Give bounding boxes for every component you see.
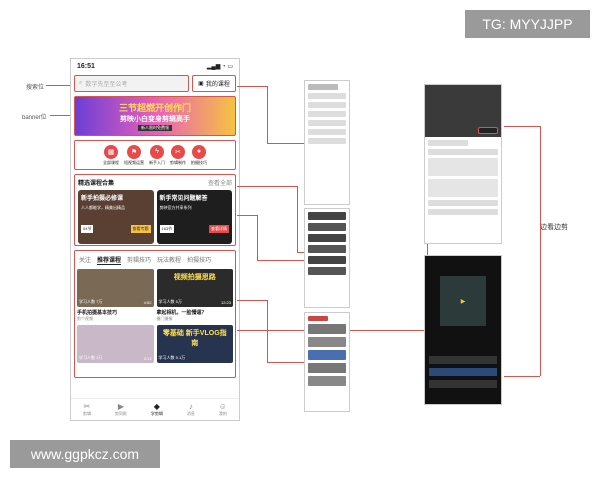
tab-item[interactable]: 剪辑技巧 (127, 255, 151, 265)
featured-card-button[interactable]: 查看专题 (130, 225, 151, 233)
camera-icon: ● (192, 144, 206, 159)
featured-section: 精选课程合集 查看全部 新手拍摄必修课 人人都能学，精美出精品 54节 查看专题… (74, 174, 236, 246)
video-card[interactable]: 零基础 新手VLOG指南 学习人数 5.1万 (156, 325, 233, 365)
video-detail-screen (424, 84, 502, 244)
plays-count: 学习人数 5.1万 (158, 355, 186, 360)
lightning-icon: ϟ (150, 144, 164, 159)
video-card[interactable]: 学习人数 7万 4:52 手机拍摄基本技巧 剪个视频 (77, 269, 154, 322)
status-bar: 16:51 ▂▄▆ ◔ ▭ (71, 59, 239, 73)
featured-card-meta: 163节 (159, 225, 175, 233)
featured-card-1[interactable]: 新手拍摄必修课 人人都能学，精美出精品 54节 查看专题 (78, 190, 154, 244)
my-course-button[interactable]: ▣ 我的课程 (192, 75, 236, 92)
video-thumbnail: 零基础 新手VLOG指南 学习人数 5.1万 (156, 325, 233, 363)
bottom-watermark: www.ggpkcz.com (10, 440, 160, 468)
scroll-edit-annotation: 边看边剪 (540, 224, 568, 231)
featured-card-title: 新手拍摄必修课 (81, 196, 124, 202)
grid-icon: ▦ (104, 144, 118, 159)
featured-card-button[interactable]: 查看详情 (209, 225, 229, 233)
nav-label: 消息 (186, 411, 195, 416)
category-row: ▦ 全部课程 ⚑ 短视频运营 ϟ 新手入门 ✂ 剪辑制作 ● 拍摄技巧 (74, 140, 236, 170)
category-item[interactable]: ✂ 剪辑制作 (170, 144, 186, 166)
nav-label: 学剪辑 (150, 411, 163, 416)
video-duration: 2:13 (143, 356, 152, 361)
featured-more-link[interactable]: 查看全部 (208, 178, 232, 187)
course-icon: ▣ (198, 81, 204, 87)
course-list-screen (304, 80, 350, 205)
nav-label: 剪同款 (114, 411, 127, 416)
top-watermark: TG: MYYJJPP (465, 10, 590, 38)
category-item[interactable]: ϟ 新手入门 (149, 144, 165, 166)
nav-item[interactable]: ♪ 消息 (187, 402, 195, 417)
tab-item[interactable]: 玩法教程 (157, 255, 181, 265)
my-course-label: 我的课程 (205, 82, 230, 88)
banner[interactable]: 三节超燃开创作门 剪映小白变身剪辑高手 新人限时免费领 (74, 96, 236, 136)
tab-bar: 关注 推荐课程 剪辑技巧 玩法教程 拍摄技巧 (77, 253, 233, 267)
video-duration: 12:23 (220, 300, 231, 305)
featured-card-meta: 54节 (81, 225, 94, 233)
tab-list-screen (304, 312, 350, 412)
video-thumbnail: 学习人数 3万 2:13 (77, 325, 154, 363)
bell-icon: ♪ (188, 402, 193, 411)
category-label: 新手入门 (149, 159, 165, 165)
search-bar[interactable]: ⌕ 数字先至至公考 (74, 75, 189, 92)
video-thumbnail: 视频拍摄思路 学习人数 5万 12:23 (156, 269, 233, 307)
nav-label: 剪辑 (82, 411, 91, 416)
video-title: 手机拍摄基本技巧 (77, 310, 118, 316)
video-author: 剪个视频 (77, 316, 93, 321)
user-icon: ☺ (218, 402, 227, 411)
banner-subtitle: 剪映小白变身剪辑高手 (120, 116, 190, 123)
phone-screen: 16:51 ▂▄▆ ◔ ▭ ⌕ 数字先至至公考 ▣ 我的课程 三节超燃开创作门 … (70, 58, 240, 421)
featured-card-2[interactable]: 新手常见问题解答 剪映官方共享系列 163节 查看详情 (156, 190, 232, 244)
plays-count: 学习人数 3万 (79, 355, 103, 360)
nav-label: 我的 (218, 411, 227, 416)
plays-count: 学习人数 5万 (158, 299, 182, 304)
play-square-icon: ▶ (117, 402, 124, 411)
category-label: 短视频运营 (124, 159, 144, 165)
search-input[interactable]: 数字先至至公考 (85, 79, 127, 88)
video-card[interactable]: 学习人数 3万 2:13 (77, 325, 154, 365)
category-label: 拍摄技巧 (191, 159, 207, 165)
nav-item[interactable]: ◆ 学剪辑 (151, 402, 163, 417)
course-feed: 关注 推荐课程 剪辑技巧 玩法教程 拍摄技巧 学习人数 7万 4:52 手机拍摄基本技巧… (74, 250, 236, 378)
featured-card-title: 新手常见问题解答 (159, 196, 208, 202)
category-item[interactable]: ▦ 全部课程 (103, 144, 119, 166)
category-item[interactable]: ● 拍摄技巧 (191, 144, 207, 166)
video-author: 摄门摄像 (156, 316, 173, 321)
nav-item[interactable]: ☺ 我的 (219, 402, 227, 417)
video-player[interactable] (425, 85, 501, 137)
video-title: 拿起相机，一脸懵逼？ (156, 310, 207, 316)
tab-item[interactable]: 拍摄技巧 (187, 255, 211, 265)
video-thumbnail: 学习人数 7万 4:52 (77, 269, 154, 307)
nav-item[interactable]: ▶ 剪同款 (115, 402, 127, 417)
banner-title: 三节超燃开创作门 (118, 103, 191, 113)
featured-card-sub: 人人都能学，精美出精品 (81, 205, 125, 210)
scissors-icon: ✂ (83, 402, 91, 411)
category-label: 全部课程 (103, 159, 119, 165)
thumbnail-text: 视频拍摄思路 (173, 274, 216, 281)
category-label: 剪辑制作 (170, 159, 186, 165)
flag-icon: ⚑ (127, 144, 141, 159)
featured-title: 精选课程合集 (78, 181, 115, 187)
video-card[interactable]: 视频拍摄思路 学习人数 5万 12:23 拿起相机，一脸懵逼？ 摄门摄像 (156, 269, 233, 322)
status-icons: ▂▄▆ ◔ ▭ (206, 63, 233, 70)
featured-card-sub: 剪映官方共享系列 (159, 205, 192, 210)
tab-item[interactable]: 推荐课程 (97, 255, 122, 265)
search-icon: ⌕ (79, 80, 83, 86)
tab-item[interactable]: 关注 (79, 255, 91, 265)
category-item[interactable]: ⚑ 短视频运营 (124, 144, 144, 166)
bottom-nav: ✂ 剪辑 ▶ 剪同款 ◆ 学剪辑 ♪ 消息 ☺ 我的 (71, 398, 239, 420)
nav-item[interactable]: ✂ 剪辑 (83, 402, 91, 417)
graduation-cap-icon: ◆ (153, 402, 160, 411)
video-duration: 4:52 (143, 300, 152, 305)
banner-annotation: banner位 (22, 115, 47, 121)
plays-count: 学习人数 7万 (79, 299, 103, 304)
scissors-icon: ✂ (171, 144, 185, 159)
banner-tag: 新人限时免费领 (138, 125, 172, 131)
featured-list-screen (304, 208, 350, 308)
status-time: 16:51 (77, 62, 95, 70)
search-annotation: 搜索位 (26, 85, 45, 91)
editor-screen: ▶ (424, 255, 502, 405)
thumbnail-text: 零基础 新手VLOG指南 (162, 330, 227, 347)
